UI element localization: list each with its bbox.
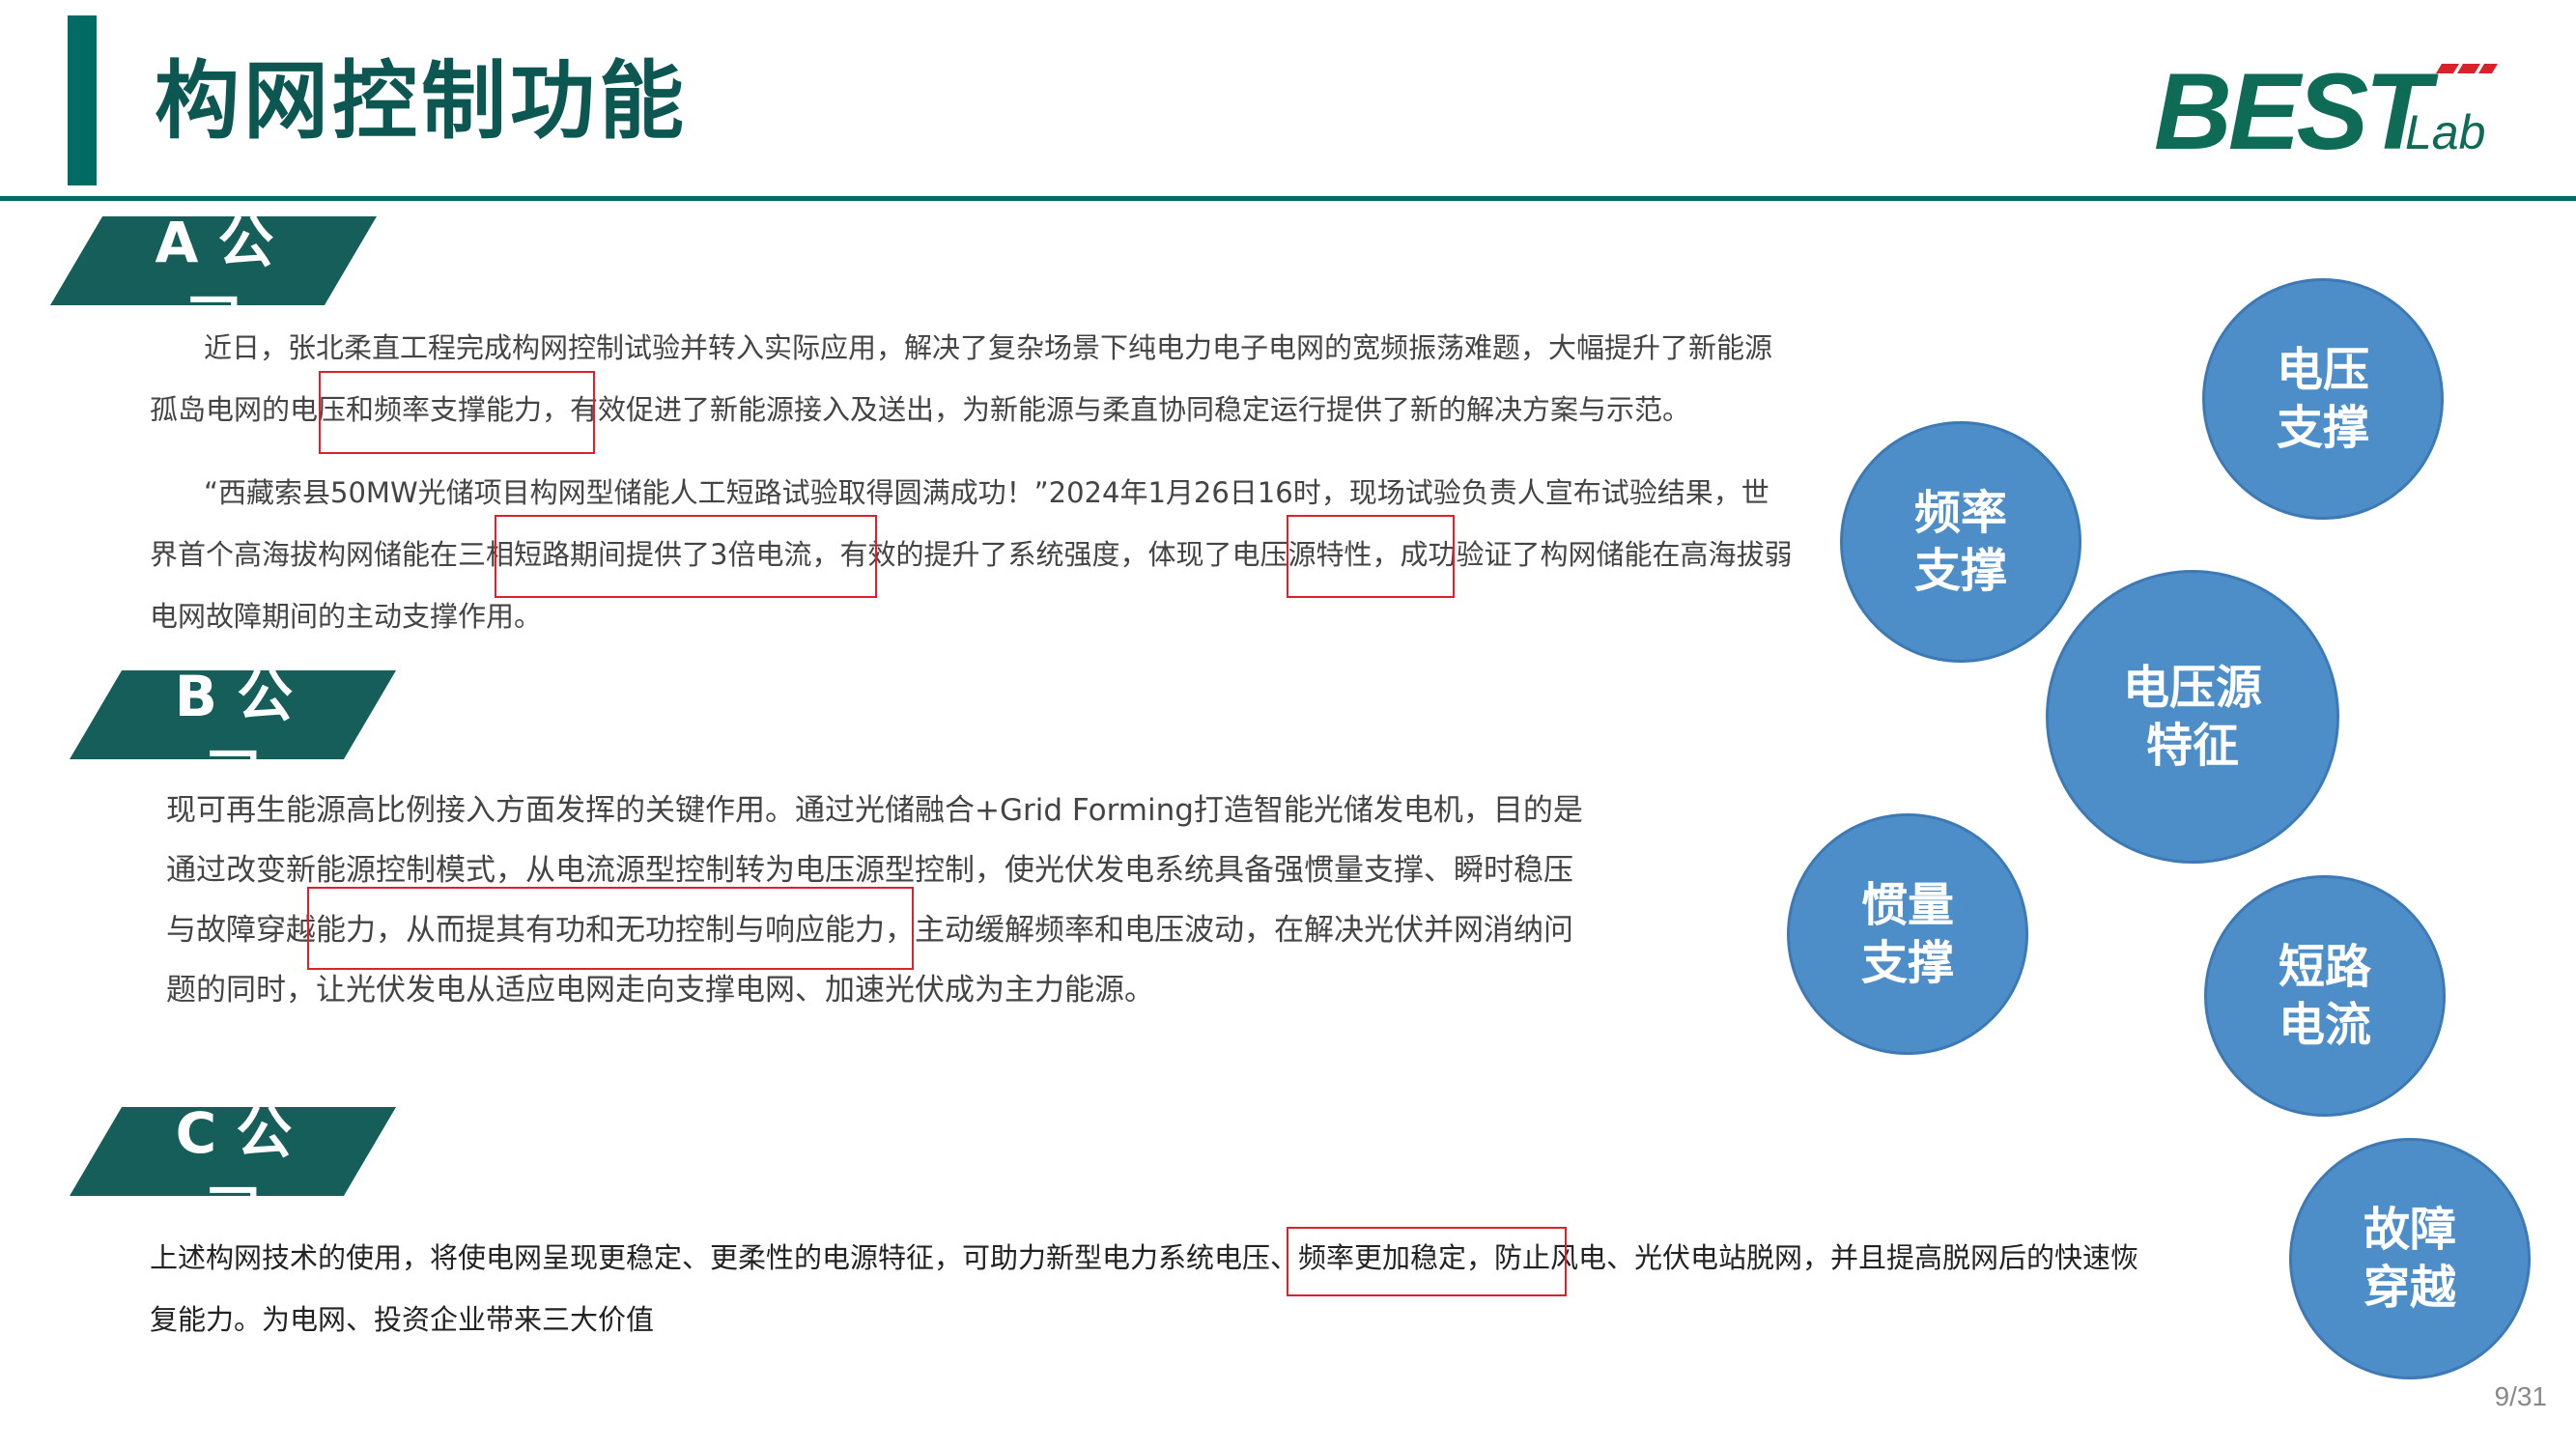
section-tag-b: B 公司 bbox=[70, 670, 396, 759]
bubble-voltage-source: 电压源 特征 bbox=[2046, 570, 2339, 864]
section-a-paragraph-2: “西藏索县50MW光储项目构网型储能人工短路试验取得圆满成功！”2024年1月2… bbox=[150, 476, 1793, 633]
section-tag-c: C 公司 bbox=[70, 1107, 396, 1196]
highlight-box bbox=[319, 371, 595, 454]
section-tag-c-text: C 公司 bbox=[175, 1107, 293, 1196]
section-c-paragraph: 上述构网技术的使用，将使电网呈现更稳定、更柔性的电源特征，可助力新型电力系统电压… bbox=[150, 1241, 2139, 1336]
bestlab-logo: BEST Lab bbox=[2154, 51, 2498, 170]
highlight-box bbox=[1287, 1227, 1567, 1296]
title-accent-bar bbox=[68, 15, 97, 185]
bubble-short-circuit-current: 短路 电流 bbox=[2204, 875, 2446, 1117]
highlight-box bbox=[1287, 515, 1455, 598]
highlight-box bbox=[495, 515, 877, 598]
page-number: 9/31 bbox=[2494, 1381, 2548, 1411]
page-title: 构网控制功能 bbox=[155, 51, 689, 151]
bubble-inertia-support: 惯量 支撑 bbox=[1787, 813, 2028, 1055]
header-divider bbox=[0, 196, 2576, 201]
logo-best-text: BEST bbox=[2154, 51, 2439, 170]
logo-lab-text: Lab bbox=[2405, 105, 2485, 159]
section-tag-b-text: B 公司 bbox=[174, 670, 294, 759]
highlight-box bbox=[307, 887, 914, 970]
section-tag-a: A 公司 bbox=[50, 216, 377, 305]
section-tag-a-text: A 公司 bbox=[155, 216, 274, 305]
bubble-fault-ride-through: 故障 穿越 bbox=[2289, 1138, 2531, 1379]
bubble-frequency-support: 频率 支撑 bbox=[1840, 421, 2081, 663]
bubble-voltage-support: 电压 支撑 bbox=[2202, 278, 2444, 520]
